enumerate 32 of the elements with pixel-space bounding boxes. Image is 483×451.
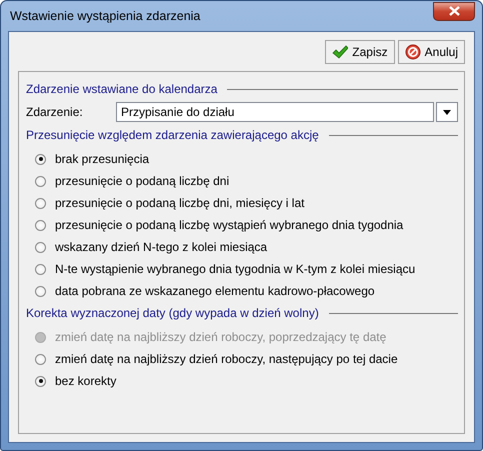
- radio-label[interactable]: zmień datę na najbliższy dzień roboczy, następujący po tej dacie: [55, 352, 398, 366]
- section-heading: Przesunięcie względem zdarzenia zawierającego akcję: [26, 128, 319, 142]
- save-button[interactable]: Zapisz: [325, 40, 395, 64]
- field-label: Zdarzenie:: [26, 105, 84, 119]
- radio-label[interactable]: przesunięcie o podaną liczbę wystąpień wybranego dnia tygodnia: [55, 218, 404, 232]
- radio-button[interactable]: [35, 198, 46, 208]
- radio-label[interactable]: przesunięcie o podaną liczbę dni: [55, 174, 230, 188]
- radio-button[interactable]: [35, 286, 46, 296]
- caret-icon: [443, 110, 451, 114]
- radio-label[interactable]: przesunięcie o podaną liczbę dni, miesięcy i lat: [55, 196, 304, 210]
- section-heading: Korekta wyznaczonej daty (gdy wypada w dzień wolny): [26, 306, 319, 320]
- radio-button[interactable]: [35, 176, 46, 186]
- dropdown-button[interactable]: [436, 102, 458, 122]
- close-icon: [448, 6, 460, 16]
- radio-button[interactable]: [35, 220, 46, 230]
- radio-button[interactable]: [35, 354, 46, 364]
- radio-label[interactable]: brak przesunięcia: [55, 152, 150, 166]
- event-field[interactable]: Przypisanie do działu: [116, 102, 434, 122]
- radio-button[interactable]: [35, 242, 46, 252]
- radio-button[interactable]: [35, 154, 46, 164]
- close-button[interactable]: [433, 2, 475, 20]
- radio-label[interactable]: N-te wystąpienie wybranego dnia tygodnia w K-tym z kolei miesiącu: [55, 262, 416, 276]
- section-heading: Zdarzenie wstawiane do kalendarza: [26, 82, 218, 96]
- radio-label[interactable]: bez korekty: [55, 374, 116, 388]
- radio-button[interactable]: [35, 264, 46, 274]
- cancel-button[interactable]: Anuluj: [398, 40, 465, 64]
- window-title: Wstawienie wystąpienia zdarzenia: [9, 9, 200, 23]
- checkmark-icon: [332, 45, 348, 59]
- radio-label[interactable]: wskazany dzień N-tego z kolei miesiąca: [55, 240, 268, 254]
- radio-button[interactable]: [35, 376, 46, 386]
- radio-label[interactable]: data pobrana ze wskazanego elementu kadrowo-płacowego: [55, 284, 375, 298]
- no-entry-icon: [404, 44, 421, 60]
